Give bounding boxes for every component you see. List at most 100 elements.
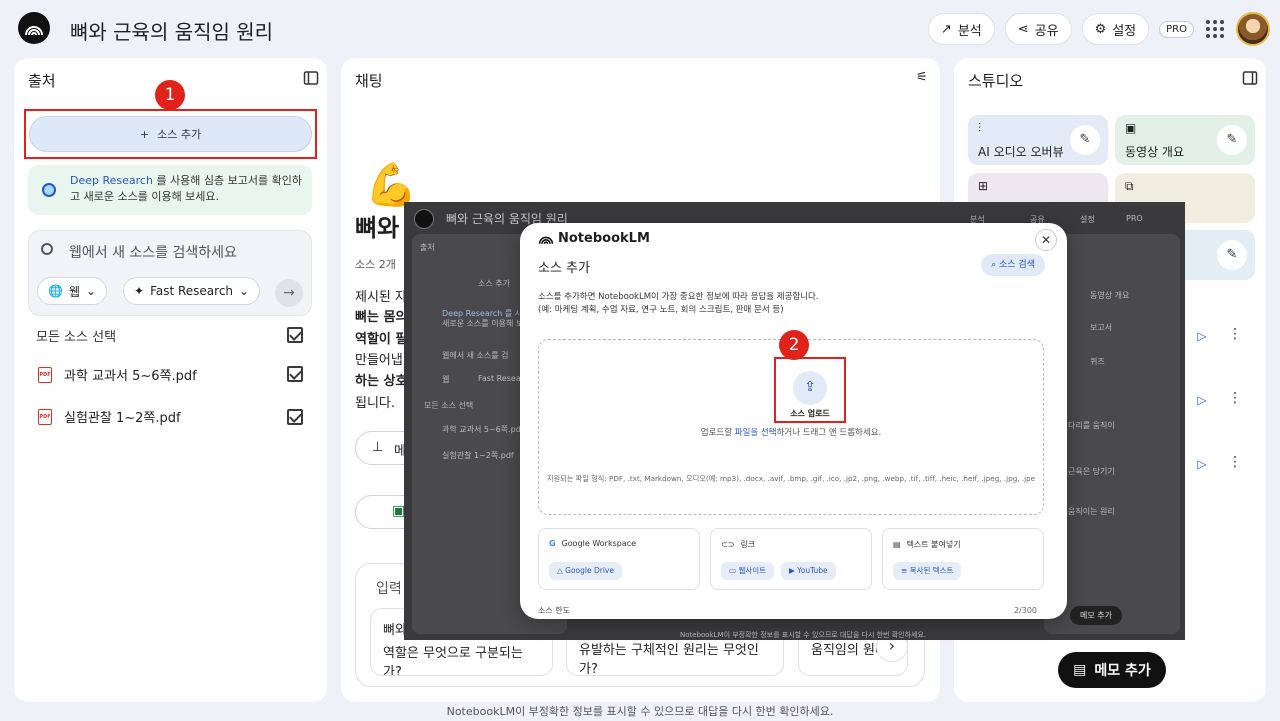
upload-label[interactable]: 소스 업로드 — [776, 408, 844, 419]
trending-up-icon: ↗ — [940, 21, 952, 37]
suggestion-line: 유발하는 구체적인 원리는 무엇인가? — [579, 643, 759, 676]
analyze-label: 분석 — [957, 23, 982, 39]
source-count: 소스 2개 — [355, 258, 396, 271]
video-overview-tile[interactable]: ▣ 동영상 개요 ✎ — [1115, 115, 1255, 165]
notebooklm-logo-icon[interactable] — [18, 12, 50, 44]
callout-badge-1: 1 — [155, 80, 185, 110]
disclaimer: NotebookLM이 부정확한 정보를 표시할 수 있으므로 대답을 다시 한… — [446, 705, 834, 718]
pdf-icon: PDF — [38, 408, 52, 425]
youtube-chip[interactable]: ▶ YouTube — [781, 562, 836, 580]
website-chip[interactable]: ▭ 웹사이트 — [721, 562, 775, 580]
add-source-button[interactable]: + 소스 추가 — [29, 116, 312, 152]
source-checkbox[interactable] — [287, 366, 303, 382]
audio-wave-icon: ⫶ — [978, 121, 982, 135]
analyze-button[interactable]: ↗ 분석 — [927, 13, 995, 45]
deep-research-link[interactable]: Deep Research — [70, 174, 153, 187]
overlay-sources-label: 출처 — [420, 243, 435, 252]
play-icon[interactable]: ▷ — [1190, 324, 1214, 348]
overlay-quiz: 퀴즈 — [1090, 357, 1105, 366]
more-vert-icon[interactable]: ⋮ — [1228, 326, 1242, 342]
overlay-pro: PRO — [1126, 214, 1143, 223]
fast-research-chip[interactable]: ✦ Fast Research ⌄ — [123, 277, 261, 305]
studio-item-actions: ▷ ⋮ — [1190, 388, 1250, 416]
search-icon — [41, 243, 53, 255]
play-icon[interactable]: ▷ — [1190, 388, 1214, 412]
upload-icon[interactable]: ⇪ — [793, 371, 827, 405]
search-sources-button[interactable]: ⌕ 소스 검색 — [981, 254, 1045, 276]
select-all-checkbox[interactable] — [287, 327, 303, 343]
video-icon: ▣ — [1125, 121, 1137, 135]
more-vert-icon[interactable]: ⋮ — [1228, 390, 1242, 406]
tile-label: AI 오디오 오버뷰 — [978, 145, 1064, 159]
apps-grid-icon[interactable] — [1204, 18, 1226, 40]
summary-line: 역할이 필 — [355, 332, 408, 347]
chevron-down-icon: ⌄ — [86, 284, 97, 298]
top-bar: 뼈와 근육의 움직임 원리 ↗ 분석 ⋖ 공유 ⚙ 설정 PRO — [0, 0, 1280, 58]
pencil-icon[interactable]: ✎ — [1217, 240, 1247, 270]
source-name: 과학 교과서 5~6쪽.pdf — [64, 369, 197, 384]
close-icon[interactable]: ✕ — [1035, 229, 1057, 251]
notebook-title[interactable]: 뼈와 근육의 움직임 원리 — [70, 16, 273, 45]
overlay-select-all: 모든 소스 선택 — [424, 401, 474, 410]
source-limit-count: 2/300 — [1013, 606, 1037, 615]
deep-research-card[interactable]: Deep Research 를 사용해 심층 보고서를 확인하고 새로운 소스를… — [28, 165, 312, 215]
choose-file-link[interactable]: 파일을 선택 — [735, 428, 777, 438]
pencil-icon[interactable]: ✎ — [1070, 125, 1100, 155]
play-icon[interactable]: ▷ — [1190, 452, 1214, 476]
option-title-label: 텍스트 붙여넣기 — [906, 540, 961, 549]
gear-icon: ⚙ — [1094, 21, 1107, 37]
youtube-icon: ▶ — [789, 566, 798, 575]
search-input[interactable]: 웹에서 새 소스를 검색하세요 — [69, 242, 237, 262]
chip-label: YouTube — [797, 566, 828, 575]
add-note-button[interactable]: ▤ 메모 추가 — [1058, 652, 1166, 688]
source-item[interactable]: PDF 과학 교과서 5~6쪽.pdf — [38, 365, 197, 384]
audio-overview-tile[interactable]: ⫶ AI 오디오 오버뷰 ✎ — [968, 115, 1108, 165]
overlay-footer: NotebookLM이 부정확한 정보를 표시할 수 있으므로 대답을 다시 한… — [680, 631, 927, 639]
upload-highlight: ⇪ 소스 업로드 — [774, 357, 846, 423]
drop-text: 업로드할 — [700, 428, 735, 438]
summary-line: 됩니다. — [355, 396, 396, 411]
web-chip-label: 웹 — [68, 284, 80, 299]
settings-button[interactable]: ⚙ 설정 — [1081, 13, 1150, 45]
sources-title: 출처 — [28, 72, 56, 90]
collapse-panel-icon[interactable] — [303, 70, 319, 86]
tune-icon[interactable]: ⚟ — [916, 70, 932, 86]
paste-text-card: ▤ 텍스트 붙여넣기 ≡ 복사된 텍스트 — [882, 528, 1044, 590]
collapse-panel-icon[interactable] — [1242, 70, 1258, 86]
studio-title: 스튜디오 — [968, 72, 1024, 90]
chip-label: 복사된 텍스트 — [909, 566, 954, 575]
overlay-video-overview: 동영상 개요 — [1090, 291, 1130, 300]
avatar[interactable] — [1236, 12, 1270, 46]
option-title-label: Google Workspace — [561, 539, 637, 548]
source-checkbox[interactable] — [287, 409, 303, 425]
more-vert-icon[interactable]: ⋮ — [1228, 454, 1242, 470]
copied-text-chip[interactable]: ≡ 복사된 텍스트 — [893, 562, 962, 580]
source-name: 실험관찰 1~2쪽.pdf — [64, 411, 181, 426]
overlay-fast-chip: Fast Resea — [478, 374, 521, 383]
drop-text: 하거나 드래그 앤 드롭하세요. — [776, 428, 882, 438]
search-sources-label: 소스 검색 — [999, 260, 1035, 270]
add-source-highlight: + 소스 추가 — [24, 109, 317, 159]
source-item[interactable]: PDF 실험관찰 1~2쪽.pdf — [38, 407, 181, 426]
overlay-studio-item: 다리를 움직이 — [1068, 421, 1115, 430]
overlay-src-2: 실험관찰 1~2쪽.pdf — [442, 451, 514, 460]
chat-title: 채팅 — [355, 72, 383, 90]
overlay-search-text: 웹에서 새 소스를 검 — [442, 351, 509, 360]
web-chip[interactable]: 🌐 웹 ⌄ — [37, 277, 108, 305]
link-icon: ⊂⊃ — [721, 540, 735, 549]
file-drop-zone[interactable]: 2 ⇪ 소스 업로드 업로드할 파일을 선택하거나 드래그 앤 드롭하세요. 지… — [538, 330, 1044, 515]
suggestion-line: 역할은 무엇으로 구분되는가? — [383, 646, 523, 676]
overlay-web-chip: 웹 — [442, 375, 450, 384]
submit-arrow-button[interactable]: → — [275, 279, 303, 307]
supported-formats: 지원되는 파일 형식: PDF, .txt, Markdown, 오디오(예: … — [546, 474, 1036, 483]
overlay-add-source: 소스 추가 — [478, 279, 510, 288]
share-button[interactable]: ⋖ 공유 — [1004, 13, 1072, 45]
studio-item-actions: ▷ ⋮ — [1190, 452, 1250, 480]
source-limit-label: 소스 한도 — [538, 606, 570, 615]
overlay-report: 보고서 — [1090, 323, 1113, 332]
pencil-icon[interactable]: ✎ — [1217, 125, 1247, 155]
overlay-studio-item: 움직이는 원리 — [1068, 507, 1115, 516]
summary-line: 하는 상호 — [355, 374, 408, 389]
notebooklm-logo-icon — [414, 209, 434, 229]
google-drive-chip[interactable]: △ Google Drive — [549, 562, 622, 580]
